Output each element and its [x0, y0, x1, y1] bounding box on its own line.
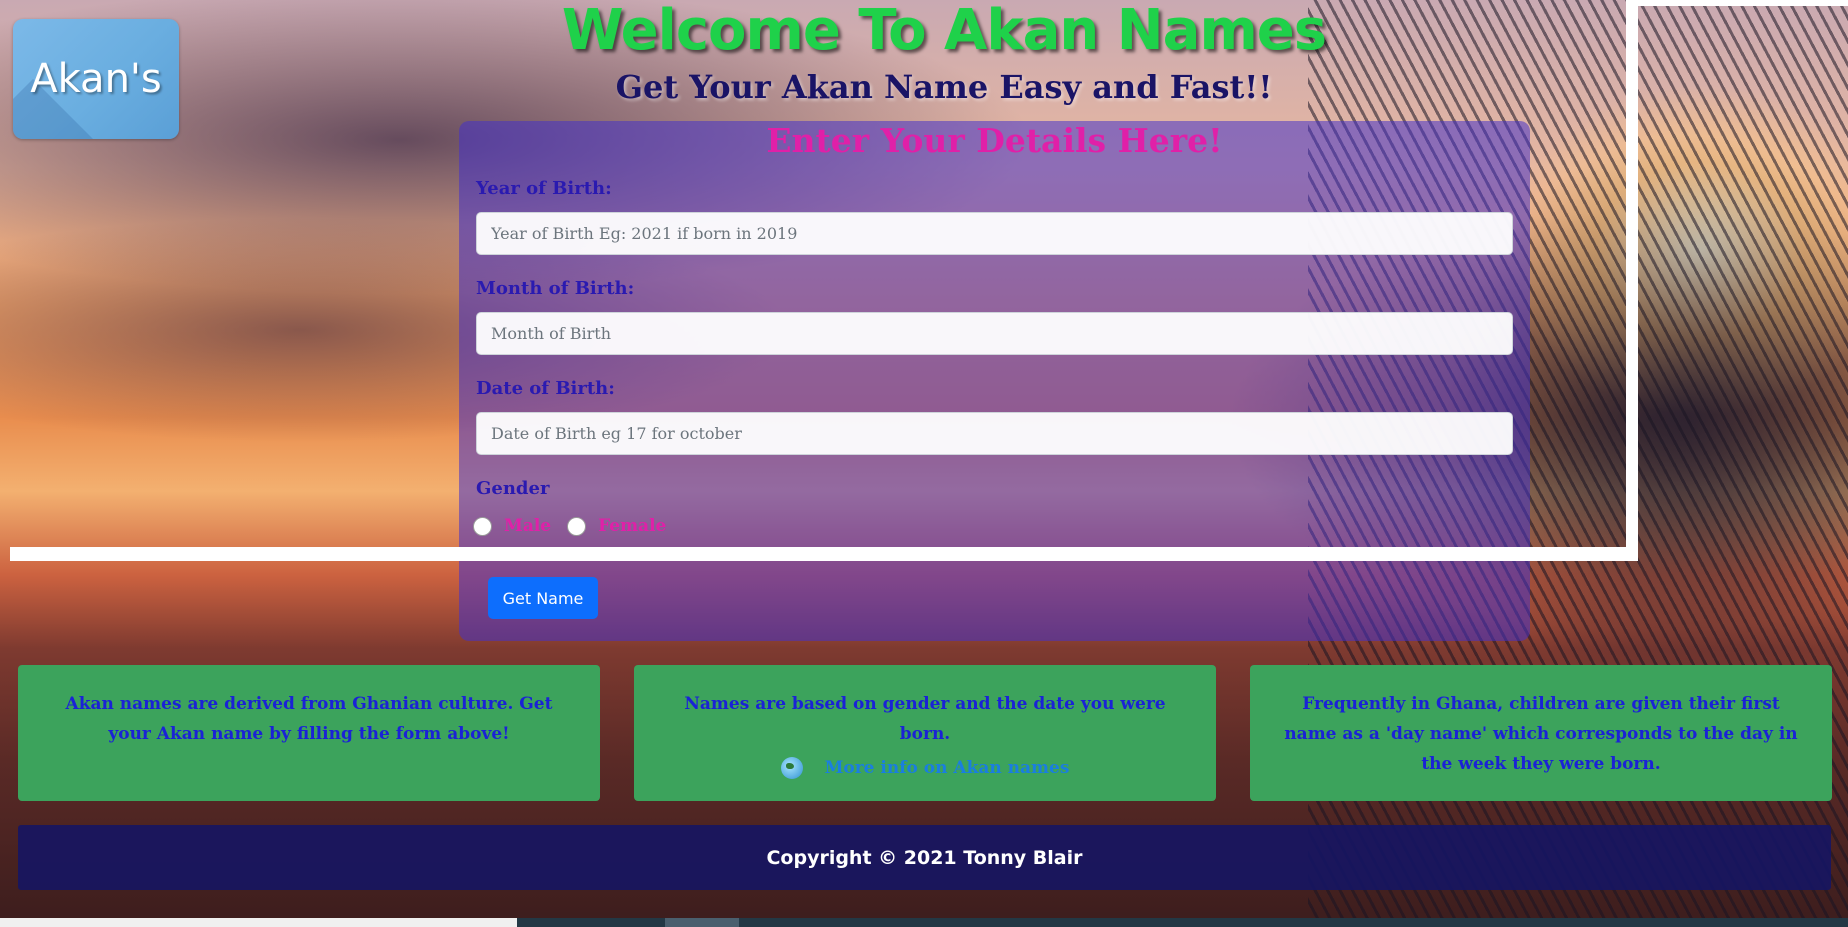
info-text-culture: Akan names are derived from Ghanian cult… [65, 694, 553, 744]
globe-icon [780, 757, 803, 779]
form-heading: Enter Your Details Here! [766, 121, 1223, 160]
copyright-text: Copyright © 2021 Tonny Blair [766, 846, 1083, 869]
info-text-day-name: Frequently in Ghana, children are given … [1284, 694, 1798, 774]
info-box-day-name: Frequently in Ghana, children are given … [1250, 665, 1832, 801]
bottom-bar [0, 918, 1848, 927]
date-label: Date of Birth: [476, 378, 615, 399]
bottom-bar-segment [0, 918, 517, 927]
male-radio[interactable] [473, 516, 492, 536]
info-box-culture: Akan names are derived from Ghanian cult… [18, 665, 600, 801]
more-info-link[interactable]: More info on Akan names [825, 753, 1070, 783]
date-of-birth-input[interactable] [476, 412, 1513, 455]
details-form: Enter Your Details Here! Year of Birth: … [459, 121, 1530, 641]
male-radio-label[interactable]: Male [504, 516, 551, 536]
info-text-gender: Names are based on gender and the date y… [684, 694, 1166, 744]
gender-label: Gender [476, 478, 550, 499]
year-of-birth-input[interactable] [476, 212, 1513, 255]
get-name-button[interactable]: Get Name [488, 577, 598, 619]
gender-radio-group: Male Female [473, 516, 682, 536]
female-radio-label[interactable]: Female [598, 516, 666, 536]
month-label: Month of Birth: [476, 278, 635, 299]
month-of-birth-input[interactable] [476, 312, 1513, 355]
footer: Copyright © 2021 Tonny Blair [18, 825, 1831, 890]
info-box-gender: Names are based on gender and the date y… [634, 665, 1216, 801]
page-subtitle: Get Your Akan Name Easy and Fast!! [615, 68, 1273, 106]
female-radio[interactable] [567, 516, 587, 536]
bottom-bar-segment [665, 918, 739, 927]
logo-text: Akan's [30, 56, 162, 102]
page-title: Welcome To Akan Names [561, 0, 1327, 63]
year-label: Year of Birth: [476, 178, 612, 199]
overlay-frame-top [1638, 0, 1848, 6]
more-info-row: More info on Akan names [664, 753, 1186, 783]
